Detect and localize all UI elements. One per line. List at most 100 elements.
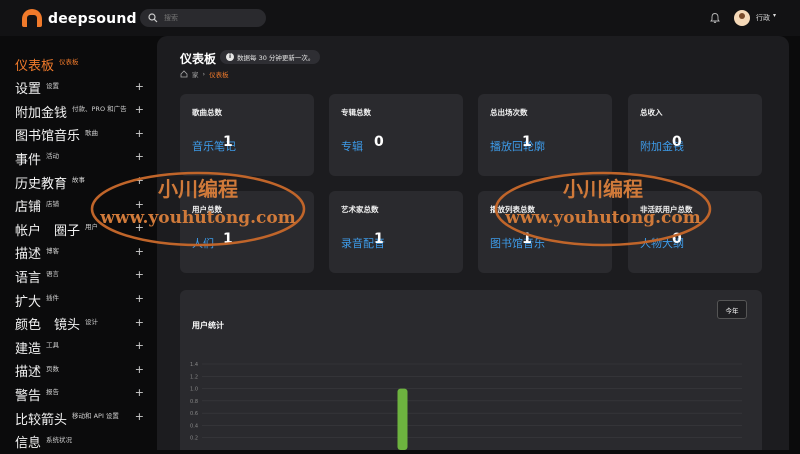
sidebar-item[interactable]: 图书馆音乐 歌曲 + — [0, 123, 155, 147]
stat-card-label: 艺术家总数 — [341, 205, 379, 214]
watermark-line2: www.youhutong.com — [99, 208, 295, 228]
sidebar-item-label: 店铺 — [15, 200, 42, 216]
sidebar-item-label: 事件 — [15, 152, 42, 168]
expand-plus-icon[interactable]: + — [135, 292, 144, 305]
expand-plus-icon[interactable]: + — [135, 80, 144, 93]
breadcrumb: 家 › 仪表板 — [180, 69, 229, 79]
y-tick-label: 1.2 — [190, 374, 198, 380]
bell-icon[interactable] — [709, 12, 721, 24]
sidebar-item[interactable]: 警告 报告 + — [0, 382, 155, 406]
search-input[interactable] — [164, 14, 254, 22]
stat-card: 总收入 附加金钱 0 — [628, 94, 762, 176]
sidebar-item[interactable]: 比较箭头 移动和 API 设置 + — [0, 406, 155, 430]
sidebar-item-sublabel: 活动 — [46, 152, 60, 161]
sidebar-item-label: 语言 — [15, 270, 42, 286]
watermark-line2: www.youhutong.com — [504, 208, 700, 228]
stat-card-value: 1 — [374, 231, 384, 247]
sidebar-item[interactable]: 建造 工具 + — [0, 335, 155, 359]
search-box[interactable] — [140, 9, 266, 27]
top-bar: deepsound 行政 ▾ — [0, 0, 800, 36]
sidebar-item[interactable]: 事件 活动 + — [0, 146, 155, 170]
stat-card: 总出场次数 播放回轮廓 1 — [478, 94, 612, 176]
chart-bar[interactable] — [397, 388, 408, 450]
stat-card-label: 总收入 — [640, 108, 663, 117]
stat-card: 专辑总数专辑 0 — [329, 94, 463, 176]
sidebar-item-sublabel: 工具 — [46, 341, 60, 350]
sidebar-item-sublabel: 语言 — [46, 270, 60, 279]
sidebar-item-sublabel: 歌曲 — [85, 128, 99, 137]
sidebar-item[interactable]: 附加金钱 付款、PRO 和广告 + — [0, 99, 155, 123]
sidebar-item-sublabel: 设置 — [46, 81, 60, 90]
notice-text: 数据每 30 分钟更新一次。 — [237, 54, 315, 62]
period-select-button[interactable]: 今年 — [717, 300, 747, 319]
expand-plus-icon[interactable]: + — [135, 103, 144, 116]
sidebar-item-sublabel: 博客 — [46, 246, 60, 255]
sidebar-item-sublabel: 页数 — [46, 364, 60, 373]
stat-card-value: 1 — [223, 134, 233, 150]
expand-plus-icon[interactable]: + — [135, 410, 144, 423]
sidebar-item-label: 描述 — [15, 247, 42, 263]
sidebar-item[interactable]: 设置 设置 + — [0, 76, 155, 100]
breadcrumb-home[interactable]: 家 — [192, 69, 199, 79]
expand-plus-icon[interactable]: + — [135, 150, 144, 163]
y-tick-label: 0.6 — [190, 411, 198, 417]
y-tick-label: 1.4 — [190, 362, 198, 368]
y-tick-label: 1.0 — [190, 387, 198, 393]
y-tick-label: 0.8 — [190, 399, 198, 405]
expand-plus-icon[interactable]: + — [135, 316, 144, 329]
breadcrumb-current: 仪表板 — [209, 71, 229, 79]
sidebar-item-sublabel: 付款、PRO 和广告 — [72, 105, 127, 114]
sidebar-item[interactable]: 语言 语言 + — [0, 264, 155, 288]
sidebar-item-sublabel: 故事 — [72, 176, 86, 184]
sidebar-item-label: 仪表板 — [15, 58, 55, 74]
sidebar-item-sublabel: 仪表板 — [59, 58, 79, 66]
logo[interactable]: deepsound — [18, 9, 137, 29]
sidebar-item-sublabel: 系统状况 — [46, 435, 73, 444]
stat-card-link[interactable]: 专辑 — [341, 138, 363, 154]
sidebar-item[interactable]: 描述 页数 + — [0, 359, 155, 383]
watermark-right: 小川编程 www.youhutong.com — [494, 171, 712, 247]
sidebar-item-label: 颜色 镜头 — [15, 318, 81, 334]
info-icon: i — [226, 53, 234, 61]
avatar[interactable] — [734, 10, 750, 26]
expand-plus-icon[interactable]: + — [135, 339, 144, 352]
sidebar-item-sublabel: 插件 — [46, 294, 60, 302]
sidebar-item-label: 比较箭头 — [15, 412, 68, 428]
sidebar-item-sublabel: 店铺 — [46, 199, 60, 208]
update-notice: i 数据每 30 分钟更新一次。 — [220, 50, 321, 64]
logo-text: deepsound — [48, 11, 137, 27]
user-stats-chart: 1.4 1.2 1.0 0.8 0.6 0.4 0.2 — [190, 362, 742, 450]
headphones-logo-icon — [18, 9, 46, 29]
stat-card-value: 0 — [672, 134, 682, 150]
watermark-left: 小川编程 www.youhutong.com — [90, 171, 306, 247]
home-icon[interactable] — [180, 70, 188, 78]
stat-card: 艺术家总数 录音配音 1 — [329, 191, 463, 273]
expand-plus-icon[interactable]: + — [135, 386, 144, 399]
sidebar-item-sublabel: 移动和 API 设置 — [72, 412, 119, 420]
user-name[interactable]: 行政 — [756, 13, 770, 23]
sidebar-item-sublabel: 设计 — [85, 317, 99, 326]
expand-plus-icon[interactable]: + — [135, 127, 144, 140]
stat-card-link[interactable]: 播放回轮廓 — [490, 138, 545, 154]
sidebar-item-label: 设置 — [15, 82, 42, 98]
stat-card: 歌曲总数 音乐笔记 1 — [180, 94, 314, 176]
expand-plus-icon[interactable]: + — [135, 268, 144, 281]
chevron-down-icon[interactable]: ▾ — [773, 12, 776, 19]
watermark-line1: 小川编程 — [563, 177, 643, 201]
sidebar-item[interactable]: 颜色 镜头 设计 + — [0, 312, 155, 336]
sidebar-item-label: 描述 — [15, 365, 42, 381]
sidebar-item-label: 帐户 圈子 — [15, 223, 81, 239]
sidebar-item-label: 建造 — [15, 341, 42, 357]
stat-card-value: 0 — [374, 134, 384, 150]
stat-card-label: 歌曲总数 — [192, 108, 222, 117]
stat-card-label: 专辑总数 — [341, 108, 371, 117]
expand-plus-icon[interactable]: + — [135, 363, 144, 376]
sidebar-item-label: 信息 — [15, 436, 42, 452]
sidebar-item-label: 历史教育 — [15, 176, 68, 192]
sidebar-item-label: 附加金钱 — [15, 105, 68, 121]
y-tick-label: 0.4 — [190, 423, 198, 429]
watermark-line1: 小川编程 — [158, 177, 238, 201]
sidebar-item-label: 警告 — [15, 388, 42, 404]
sidebar-item[interactable]: 扩大 插件 + — [0, 288, 155, 312]
sidebar-item[interactable]: 仪表板 仪表板 — [0, 52, 155, 76]
